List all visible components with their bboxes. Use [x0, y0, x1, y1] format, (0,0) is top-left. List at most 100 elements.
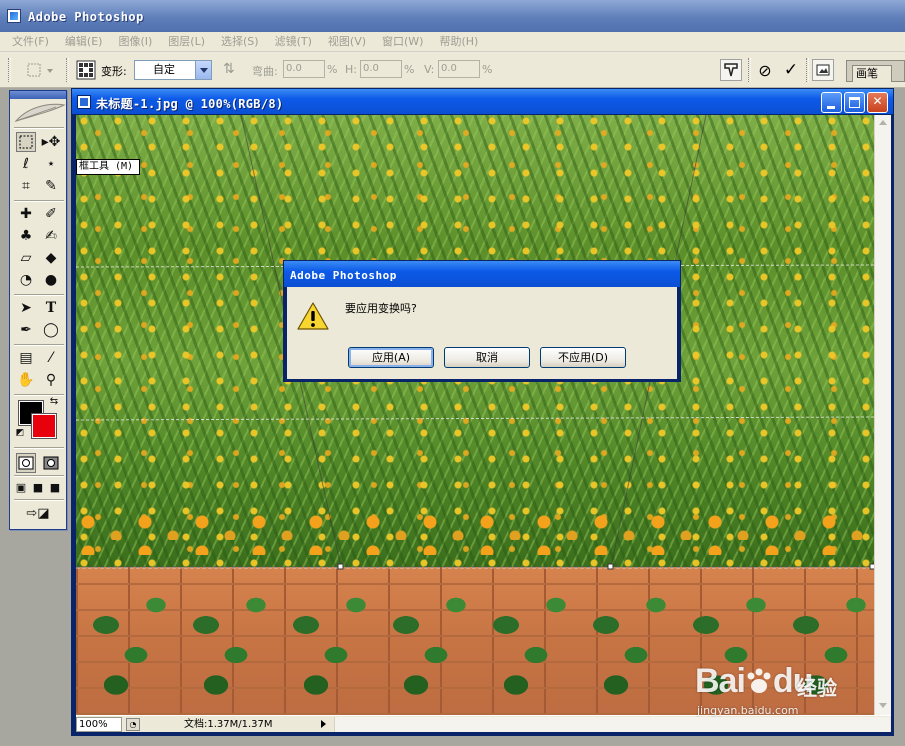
menu-image[interactable]: 图像(I) — [110, 32, 160, 52]
h-distortion-input[interactable]: 0.0 — [360, 60, 402, 78]
default-colors-icon[interactable]: ◩ — [14, 427, 26, 439]
commit-transform-icon[interactable]: ✓ — [780, 59, 802, 81]
dialog-body: 要应用变换吗? 应用(A) 取消 不应用(D) — [287, 287, 677, 379]
brush-tool-icon[interactable]: ✐ — [41, 204, 61, 224]
menu-filter[interactable]: 滤镜(T) — [267, 32, 320, 52]
pen-tool-icon[interactable]: ✒ — [16, 320, 36, 340]
menu-bar: 文件(F) 编辑(E) 图像(I) 图层(L) 选择(S) 滤镜(T) 视图(V… — [0, 32, 905, 52]
watermark-url: jingyan.baidu.com — [697, 704, 799, 717]
close-button[interactable]: ✕ — [867, 92, 888, 113]
background-color-swatch[interactable] — [31, 413, 57, 439]
apply-transform-dialog: Adobe Photoshop 要应用变换吗? 应用(A) 取消 不应用(D) — [283, 260, 681, 382]
v-distortion-input[interactable]: 0.0 — [438, 60, 480, 78]
options-divider — [748, 58, 751, 82]
jump-to-imageready-icon[interactable]: ⇨◪ — [16, 503, 60, 523]
warp-style-select[interactable]: 自定 — [134, 60, 212, 80]
move-tool-icon[interactable]: ▸✥ — [41, 132, 61, 152]
zoom-tool-icon[interactable]: ⚲ — [41, 370, 61, 390]
dialog-title: Adobe Photoshop — [290, 269, 397, 282]
menu-layer[interactable]: 图层(L) — [160, 32, 213, 52]
cancel-button[interactable]: 取消 — [444, 347, 530, 368]
transform-mode-icon — [724, 63, 738, 77]
h-percent: % — [404, 63, 415, 76]
cancel-transform-icon[interactable]: ⊘ — [754, 59, 776, 81]
warp-orientation-icon[interactable]: ⇅ — [223, 61, 241, 79]
quick-mask-mode-icon[interactable] — [41, 453, 61, 473]
transform-bounding-box[interactable] — [76, 115, 874, 715]
toolbox-divider — [14, 127, 64, 129]
file-browser-icon — [816, 64, 830, 76]
document-titlebar[interactable]: 未标题-1.jpg @ 100%(RGB/8) ✕ — [72, 89, 893, 114]
clone-stamp-tool-icon[interactable]: ♣ — [16, 226, 36, 246]
menu-select[interactable]: 选择(S) — [213, 32, 267, 52]
warp-grid-icon — [76, 60, 96, 80]
tool-tooltip: 框工具 (M) — [76, 159, 141, 175]
ellipse-tool-icon[interactable]: ◯ — [41, 320, 61, 340]
vertical-scrollbar[interactable] — [874, 115, 891, 715]
menu-file[interactable]: 文件(F) — [4, 32, 57, 52]
maximize-button[interactable] — [844, 92, 865, 113]
blur-tool-icon[interactable]: ◔ — [16, 270, 36, 290]
type-tool-icon[interactable]: T — [41, 298, 61, 318]
options-bar: 变形: 自定 ⇅ 弯曲: 0.0 % H: 0.0 % V: 0.0 % ⊘ ✓ — [0, 52, 905, 88]
full-screen-mode-icon[interactable]: ■ — [47, 479, 63, 495]
zoom-level-field[interactable]: 100% — [76, 717, 122, 732]
marquee-tool-icon[interactable] — [16, 132, 36, 152]
document-size: 文档:1.37M/1.37M — [184, 719, 273, 730]
magic-wand-tool-icon[interactable]: ⋆ — [41, 154, 61, 174]
standard-mode-icon[interactable] — [16, 453, 36, 473]
status-info-icon[interactable]: ◔ — [126, 718, 140, 731]
history-brush-tool-icon[interactable]: ✍ — [41, 226, 61, 246]
menu-help[interactable]: 帮助(H) — [431, 32, 486, 52]
scroll-up-icon[interactable] — [876, 116, 890, 130]
transform-handle[interactable] — [607, 563, 614, 570]
menu-view[interactable]: 视图(V) — [320, 32, 374, 52]
bend-label: 弯曲: — [252, 65, 278, 78]
paint-bucket-tool-icon[interactable]: ◆ — [41, 248, 61, 268]
transform-handle[interactable] — [337, 563, 344, 570]
full-screen-menu-mode-icon[interactable]: ■ — [30, 479, 46, 495]
minimize-button[interactable] — [821, 92, 842, 113]
dont-apply-button[interactable]: 不应用(D) — [540, 347, 626, 368]
tool-preset-picker[interactable] — [25, 61, 55, 79]
app-title: Adobe Photoshop — [28, 10, 144, 24]
image-canvas[interactable] — [76, 115, 874, 715]
crop-tool-icon[interactable]: ⌗ — [16, 176, 36, 196]
chevron-down-icon — [195, 61, 211, 79]
dodge-tool-icon[interactable]: ● — [41, 270, 61, 290]
status-menu-arrow-icon[interactable] — [318, 718, 330, 731]
standard-screen-mode-icon[interactable]: ▣ — [13, 479, 29, 495]
brushes-palette-tab[interactable]: 画笔 — [852, 65, 892, 82]
free-transform-mode-button[interactable] — [720, 59, 742, 81]
bend-percent: % — [327, 63, 338, 76]
toolbox-divider — [14, 447, 64, 449]
path-selection-tool-icon[interactable]: ➤ — [16, 298, 36, 318]
document-title: 未标题-1.jpg @ 100%(RGB/8) — [96, 97, 284, 111]
options-divider — [66, 58, 69, 82]
toolbox: ▸✥ ℓ ⋆ ⌗ ✎ ✚ ✐ ♣ ✍ ▱ ◆ ◔ ● ➤ T ✒ ◯ ▤ ⁄ ✋… — [9, 90, 67, 530]
file-browser-button[interactable] — [812, 59, 834, 81]
apply-button[interactable]: 应用(A) — [348, 347, 434, 368]
app-titlebar[interactable]: Adobe Photoshop — [0, 0, 905, 32]
slice-tool-icon[interactable]: ✎ — [41, 176, 61, 196]
document-window: 未标题-1.jpg @ 100%(RGB/8) ✕ 100% ◔ 文档:1.37… — [71, 88, 894, 736]
menu-window[interactable]: 窗口(W) — [374, 32, 431, 52]
options-grip[interactable] — [8, 58, 11, 82]
options-divider — [806, 58, 809, 82]
toolbox-header[interactable] — [10, 91, 66, 99]
eraser-tool-icon[interactable]: ▱ — [16, 248, 36, 268]
feather-logo-icon[interactable] — [12, 101, 66, 125]
dialog-titlebar[interactable]: Adobe Photoshop — [284, 261, 680, 287]
bend-input[interactable]: 0.0 — [283, 60, 325, 78]
baidu-jingyan-watermark: Bai du 经验 jingyan.baidu.com — [695, 656, 900, 726]
healing-brush-tool-icon[interactable]: ✚ — [16, 204, 36, 224]
toolbox-divider — [14, 499, 64, 501]
menu-edit[interactable]: 编辑(E) — [57, 32, 111, 52]
notes-tool-icon[interactable]: ▤ — [16, 348, 36, 368]
minimize-icon — [827, 106, 835, 109]
lasso-tool-icon[interactable]: ℓ — [16, 154, 36, 174]
hand-tool-icon[interactable]: ✋ — [16, 370, 36, 390]
warp-mode-toggle[interactable] — [76, 60, 96, 80]
swap-colors-icon[interactable]: ⇆ — [48, 395, 60, 407]
eyedropper-tool-icon[interactable]: ⁄ — [41, 348, 61, 368]
